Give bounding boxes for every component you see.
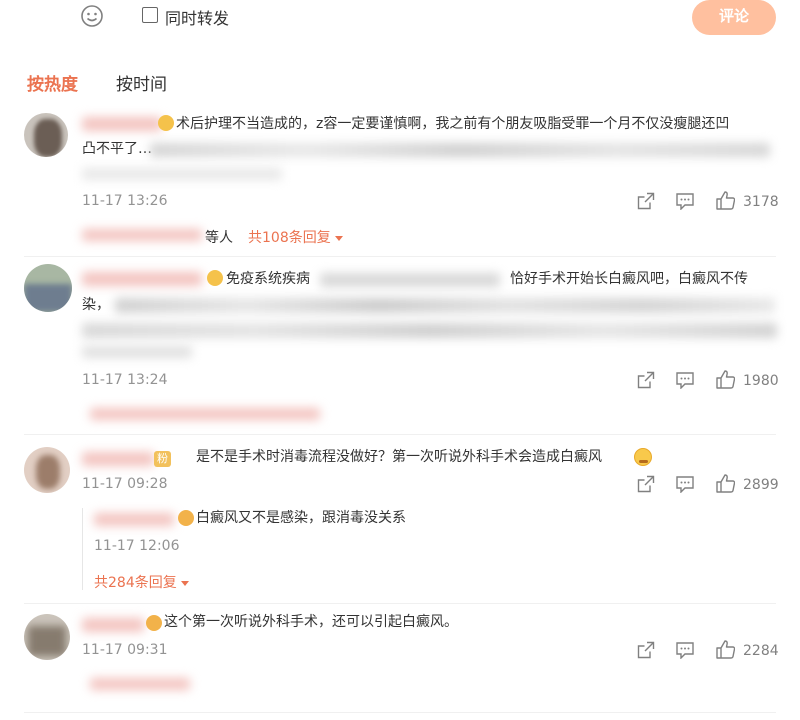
blurred-text bbox=[82, 346, 192, 358]
comment-text-line2: 染， bbox=[82, 297, 110, 313]
replies-blurred[interactable] bbox=[90, 408, 320, 420]
username-blurred[interactable] bbox=[82, 117, 162, 131]
blurred-text bbox=[150, 143, 770, 157]
share-icon[interactable] bbox=[637, 475, 655, 493]
reply-tail-text: 等人 bbox=[205, 230, 233, 246]
user-badge-icon bbox=[178, 510, 194, 526]
avatar[interactable] bbox=[24, 614, 70, 660]
share-icon[interactable] bbox=[637, 192, 655, 210]
chevron-down-icon bbox=[334, 235, 343, 241]
reply-time: 11-17 12:06 bbox=[94, 538, 180, 554]
chevron-down-icon bbox=[180, 580, 189, 586]
divider bbox=[24, 603, 776, 604]
comment-time: 11-17 09:28 bbox=[82, 476, 168, 492]
divider bbox=[24, 712, 776, 713]
like-icon[interactable] bbox=[716, 370, 735, 389]
user-badge-icon bbox=[158, 115, 174, 131]
blurred-text bbox=[82, 168, 282, 180]
comment-text-end: 恰好手术开始长白癜风吧，白癜风不传 bbox=[510, 271, 748, 287]
comment-submit-button[interactable]: 评论 bbox=[692, 0, 776, 35]
reply-text: 白癜风又不是感染，跟消毒没关系 bbox=[196, 510, 406, 526]
comment-icon[interactable] bbox=[676, 476, 694, 493]
divider bbox=[24, 256, 776, 257]
comment-time: 11-17 13:26 bbox=[82, 193, 168, 209]
smiley-icon[interactable] bbox=[80, 4, 104, 28]
share-icon[interactable] bbox=[637, 371, 655, 389]
like-count: 3178 bbox=[743, 194, 779, 210]
reply-count-label: 共284条回复 bbox=[94, 575, 177, 591]
comment-text: 术后护理不当造成的，z容一定要谨慎啊，我之前有个朋友吸脂受罪一个月不仅没瘦腿还凹 bbox=[176, 116, 730, 132]
fan-badge: 粉 bbox=[154, 451, 171, 467]
like-icon[interactable] bbox=[716, 474, 735, 493]
tab-time[interactable]: 按时间 bbox=[116, 70, 167, 95]
user-badge-icon bbox=[146, 615, 162, 631]
comment-icon[interactable] bbox=[676, 193, 694, 210]
fan-badge-label: 粉 bbox=[157, 452, 168, 465]
repost-label: 同时转发 bbox=[165, 9, 230, 28]
divider bbox=[24, 434, 776, 435]
username-blurred[interactable] bbox=[82, 618, 144, 632]
blurred-text bbox=[320, 273, 500, 287]
view-replies-link[interactable]: 共284条回复 bbox=[94, 572, 189, 592]
like-count: 1980 bbox=[743, 373, 779, 389]
replier-names-blurred bbox=[82, 229, 202, 241]
comment-text: 免疫系统疾病 bbox=[226, 271, 310, 287]
avatar[interactable] bbox=[24, 447, 70, 493]
comment-time: 11-17 13:24 bbox=[82, 372, 168, 388]
repost-checkbox[interactable] bbox=[142, 7, 158, 23]
blurred-text bbox=[115, 298, 775, 313]
view-replies-link[interactable]: 共108条回复 bbox=[248, 227, 343, 247]
share-icon[interactable] bbox=[637, 641, 655, 659]
comment-time: 11-17 09:31 bbox=[82, 642, 168, 658]
crying-emoji-icon bbox=[634, 448, 652, 466]
comment-text: 这个第一次听说外科手术，还可以引起白癜风。 bbox=[164, 614, 458, 630]
avatar[interactable] bbox=[24, 113, 68, 157]
blurred-text bbox=[82, 323, 777, 338]
replies-blurred[interactable] bbox=[90, 678, 190, 690]
reply-username-blurred[interactable] bbox=[94, 513, 174, 526]
comment-text-line2: 凸不平了… bbox=[82, 141, 152, 157]
username-blurred[interactable] bbox=[82, 272, 202, 286]
like-count: 2284 bbox=[743, 643, 779, 659]
tab-hot[interactable]: 按热度 bbox=[27, 70, 78, 95]
like-count: 2899 bbox=[743, 477, 779, 493]
username-blurred[interactable] bbox=[82, 452, 154, 466]
like-icon[interactable] bbox=[716, 191, 735, 210]
reply-count-label: 共108条回复 bbox=[248, 230, 331, 246]
like-icon[interactable] bbox=[716, 640, 735, 659]
comment-icon[interactable] bbox=[676, 372, 694, 389]
reply-border bbox=[82, 508, 83, 590]
comment-text: 是不是手术时消毒流程没做好？第一次听说外科手术会造成白癜风 bbox=[196, 449, 602, 465]
avatar[interactable] bbox=[24, 264, 72, 312]
comment-icon[interactable] bbox=[676, 642, 694, 659]
user-badge-icon bbox=[207, 270, 223, 286]
